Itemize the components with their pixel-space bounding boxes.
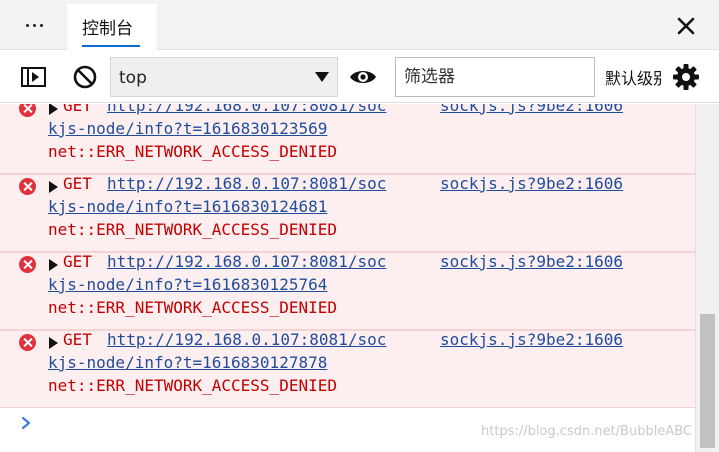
console-prompt[interactable]: [20, 414, 34, 432]
error-circle-icon: [19, 334, 36, 351]
tab-console-label: 控制台: [82, 19, 133, 39]
filter-input[interactable]: [395, 57, 595, 97]
error-circle-icon: [19, 178, 36, 195]
expand-triangle-icon[interactable]: [49, 181, 58, 193]
request-url-link[interactable]: http://192.168.0.107:8081/soc: [107, 250, 386, 273]
console-error-message: GET http://192.168.0.107:8081/soc kjs-no…: [0, 104, 695, 174]
console-scrollbar[interactable]: [695, 104, 719, 452]
expand-triangle-icon[interactable]: [49, 259, 58, 271]
more-tools-button[interactable]: [16, 12, 52, 38]
chevron-right-icon: [21, 416, 31, 430]
source-link[interactable]: sockjs.js?9be2:1606: [440, 250, 623, 273]
live-expression-button[interactable]: [348, 62, 378, 92]
gear-icon: [673, 64, 699, 90]
console-toolbar: top 默认级别: [0, 51, 719, 103]
show-sidebar-button[interactable]: [19, 62, 49, 92]
request-url-link-continued[interactable]: kjs-node/info?t=1616830125764: [48, 273, 327, 296]
console-error-message: GET http://192.168.0.107:8081/soc kjs-no…: [0, 252, 695, 330]
error-text: net::ERR_NETWORK_ACCESS_DENIED: [48, 376, 337, 395]
sidebar-toggle-icon: [21, 67, 46, 87]
expand-triangle-icon[interactable]: [49, 104, 58, 115]
clear-console-icon: [73, 65, 97, 89]
execution-context-select[interactable]: top: [110, 57, 338, 97]
error-text: net::ERR_NETWORK_ACCESS_DENIED: [48, 220, 337, 239]
request-method: GET: [63, 174, 92, 193]
execution-context-value: top: [119, 68, 147, 88]
close-devtools-button[interactable]: [672, 12, 700, 40]
close-icon: [677, 17, 695, 35]
request-url-link[interactable]: http://192.168.0.107:8081/soc: [107, 104, 386, 117]
request-url-link-continued[interactable]: kjs-node/info?t=1616830127878: [48, 351, 327, 374]
log-levels-dropdown[interactable]: 默认级别: [605, 65, 663, 89]
request-url-link[interactable]: http://192.168.0.107:8081/soc: [107, 172, 386, 195]
tab-active-indicator: [82, 45, 140, 47]
devtools-tabbar: 控制台: [0, 0, 719, 50]
chevron-down-icon: [315, 72, 329, 82]
source-link[interactable]: sockjs.js?9be2:1606: [440, 104, 623, 117]
more-horizontal-icon: [25, 23, 29, 27]
console-messages[interactable]: GET http://192.168.0.107:8081/soc kjs-no…: [0, 104, 719, 452]
request-method: GET: [63, 330, 92, 349]
error-circle-icon: [19, 256, 36, 273]
watermark-text: https://blog.csdn.net/BubbleABC: [481, 424, 692, 439]
console-error-message: GET http://192.168.0.107:8081/soc kjs-no…: [0, 330, 695, 408]
request-method: GET: [63, 104, 92, 115]
more-horizontal-icon-dot: [32, 23, 36, 27]
expand-triangle-icon[interactable]: [49, 337, 58, 349]
scrollbar-thumb[interactable]: [700, 314, 715, 448]
error-text: net::ERR_NETWORK_ACCESS_DENIED: [48, 298, 337, 317]
source-link[interactable]: sockjs.js?9be2:1606: [440, 172, 623, 195]
error-circle-icon: [19, 104, 36, 117]
request-url-link-continued[interactable]: kjs-node/info?t=1616830123569: [48, 117, 327, 140]
request-url-link-continued[interactable]: kjs-node/info?t=1616830124681: [48, 195, 327, 218]
tab-console[interactable]: 控制台: [67, 4, 157, 50]
eye-icon: [350, 71, 376, 83]
console-error-message: GET http://192.168.0.107:8081/soc kjs-no…: [0, 174, 695, 252]
request-method: GET: [63, 252, 92, 271]
request-url-link[interactable]: http://192.168.0.107:8081/soc: [107, 328, 386, 351]
source-link[interactable]: sockjs.js?9be2:1606: [440, 328, 623, 351]
more-horizontal-icon-dot: [39, 23, 43, 27]
clear-console-button[interactable]: [70, 62, 100, 92]
error-text: net::ERR_NETWORK_ACCESS_DENIED: [48, 142, 337, 161]
console-settings-button[interactable]: [671, 62, 701, 92]
